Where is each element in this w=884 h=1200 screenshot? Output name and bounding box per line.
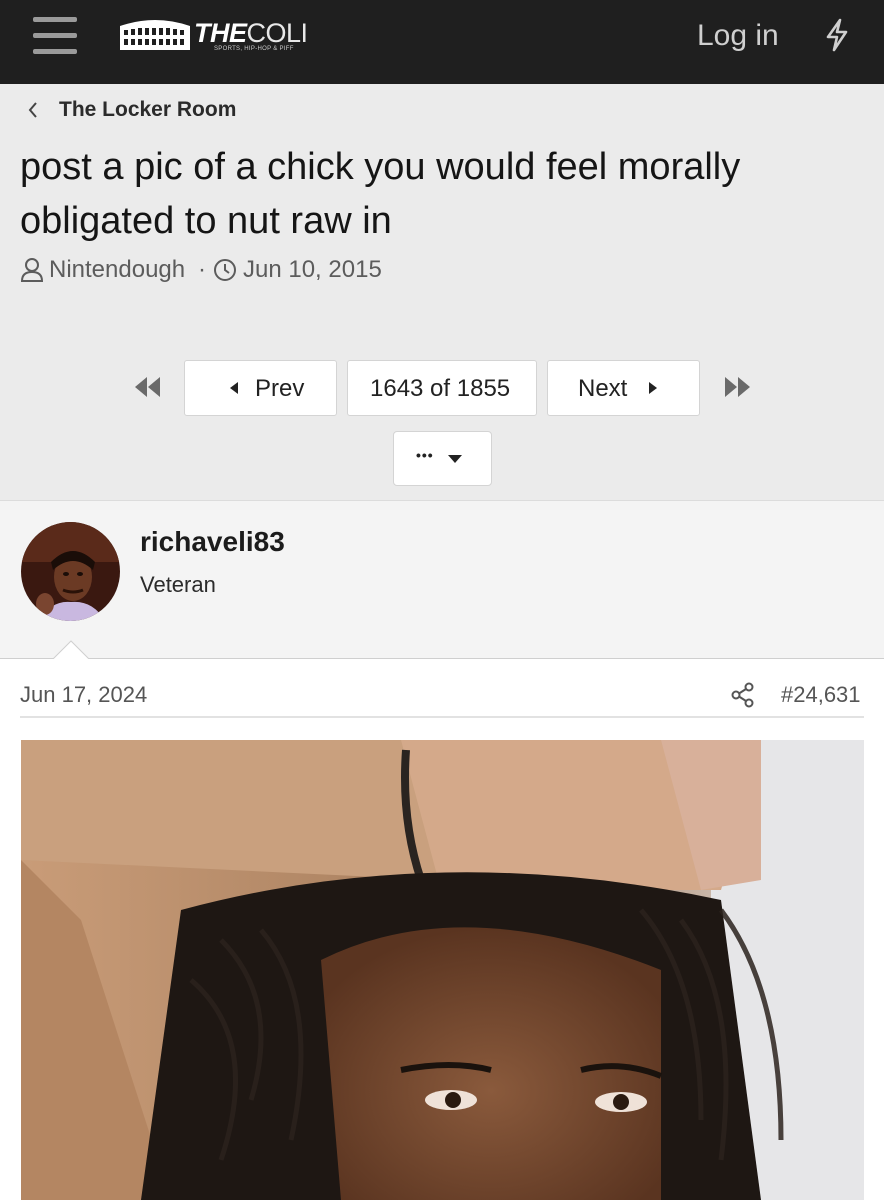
more-dots: ••• [416,447,434,463]
logo-text: THECOLI [194,18,308,48]
bolt-icon[interactable] [823,17,851,53]
post-date[interactable]: Jun 17, 2024 [20,682,147,708]
clock-icon [214,259,236,281]
menu-icon[interactable] [33,17,77,55]
post-number[interactable]: #24,631 [781,682,861,708]
post-username[interactable]: richaveli83 [140,526,285,558]
caret-right-icon [649,382,657,394]
breadcrumb[interactable]: The Locker Room [59,98,236,122]
first-page-icon[interactable] [131,372,163,402]
post-user-title: Veteran [140,572,216,597]
thread-title: post a pic of a chick you would feel mor… [20,146,741,242]
avatar[interactable] [21,522,120,621]
message-arrow [52,640,90,660]
prev-label: Prev [255,375,305,402]
chevron-left-icon[interactable] [26,100,40,120]
prev-button[interactable]: Prev [184,360,337,416]
thread-date: Jun 10, 2015 [243,256,382,283]
page-status: 1643 of 1855 [370,375,511,402]
page-jump-button[interactable]: 1643 of 1855 [347,360,537,416]
more-pages-button[interactable]: ••• [393,431,492,486]
post-image[interactable] [21,740,864,1200]
logo-tagline: SPORTS, HIP-HOP & PIFF [214,46,294,52]
next-label: Next [578,375,628,402]
meta-separator: · [198,256,206,283]
share-icon[interactable] [731,682,755,708]
post-divider [20,716,864,718]
login-link[interactable]: Log in [697,19,779,53]
user-icon [20,258,44,282]
colosseum-icon [120,20,190,50]
caret-down-icon [448,455,462,463]
next-button[interactable]: Next [547,360,700,416]
post-user-block [0,500,884,659]
thread-author[interactable]: Nintendough [49,256,185,284]
portrait-photo [21,740,864,1200]
caret-left-icon [230,382,238,394]
last-page-icon[interactable] [722,372,754,402]
site-logo[interactable]: THECOLI SPORTS, HIP-HOP & PIFF [118,14,318,56]
top-bar: THECOLI SPORTS, HIP-HOP & PIFF Log in [0,0,884,84]
